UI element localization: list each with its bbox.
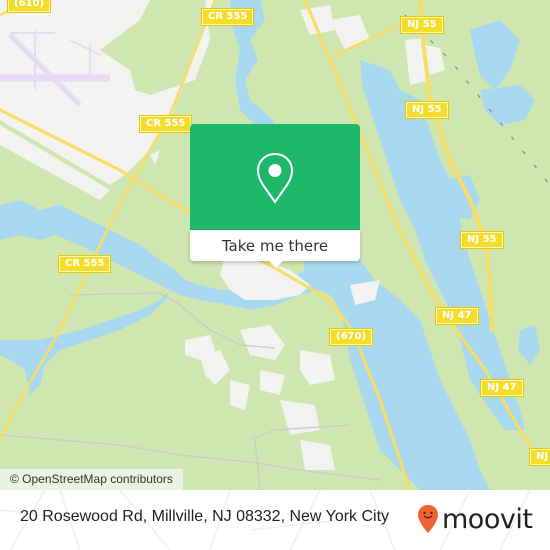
popup-pointer xyxy=(268,260,284,268)
road-label-nj: NJ xyxy=(530,449,550,465)
address-text: 20 Rosewood Rd, Millville, NJ 08332, New… xyxy=(20,508,390,525)
take-me-there-button[interactable]: Take me there xyxy=(190,230,360,261)
road-label-610: (610) xyxy=(8,0,51,12)
popup-header xyxy=(190,124,360,230)
lake xyxy=(0,290,170,395)
moovit-logo[interactable]: moovit xyxy=(417,502,533,536)
map-attribution[interactable]: © OpenStreetMap contributors xyxy=(0,469,183,490)
road-label-nj55: NJ 55 xyxy=(461,232,503,248)
road-label-cr555: CR 555 xyxy=(59,256,111,272)
road-label-cr555: CR 555 xyxy=(140,116,192,132)
location-pin-icon xyxy=(256,152,294,204)
pond xyxy=(480,85,535,125)
road-label-670: (670) xyxy=(330,329,373,345)
pond xyxy=(470,20,520,90)
road-label-nj47: NJ 47 xyxy=(481,380,523,396)
road-label-nj55: NJ 55 xyxy=(406,102,448,118)
road-label-nj47: NJ 47 xyxy=(436,308,478,324)
take-me-there-label: Take me there xyxy=(221,236,329,255)
pond xyxy=(518,325,540,365)
destination-popup: Take me there xyxy=(190,124,360,268)
moovit-pin-icon xyxy=(418,505,438,533)
footer-bar: 20 Rosewood Rd, Millville, NJ 08332, New… xyxy=(0,490,550,550)
road-label-cr555: CR 555 xyxy=(202,9,254,25)
road-label-nj55: NJ 55 xyxy=(401,17,443,33)
moovit-wordmark: moovit xyxy=(442,503,533,535)
map-view[interactable]: (610) CR 555 CR 555 CR 555 NJ 55 NJ 55 N… xyxy=(0,0,550,490)
